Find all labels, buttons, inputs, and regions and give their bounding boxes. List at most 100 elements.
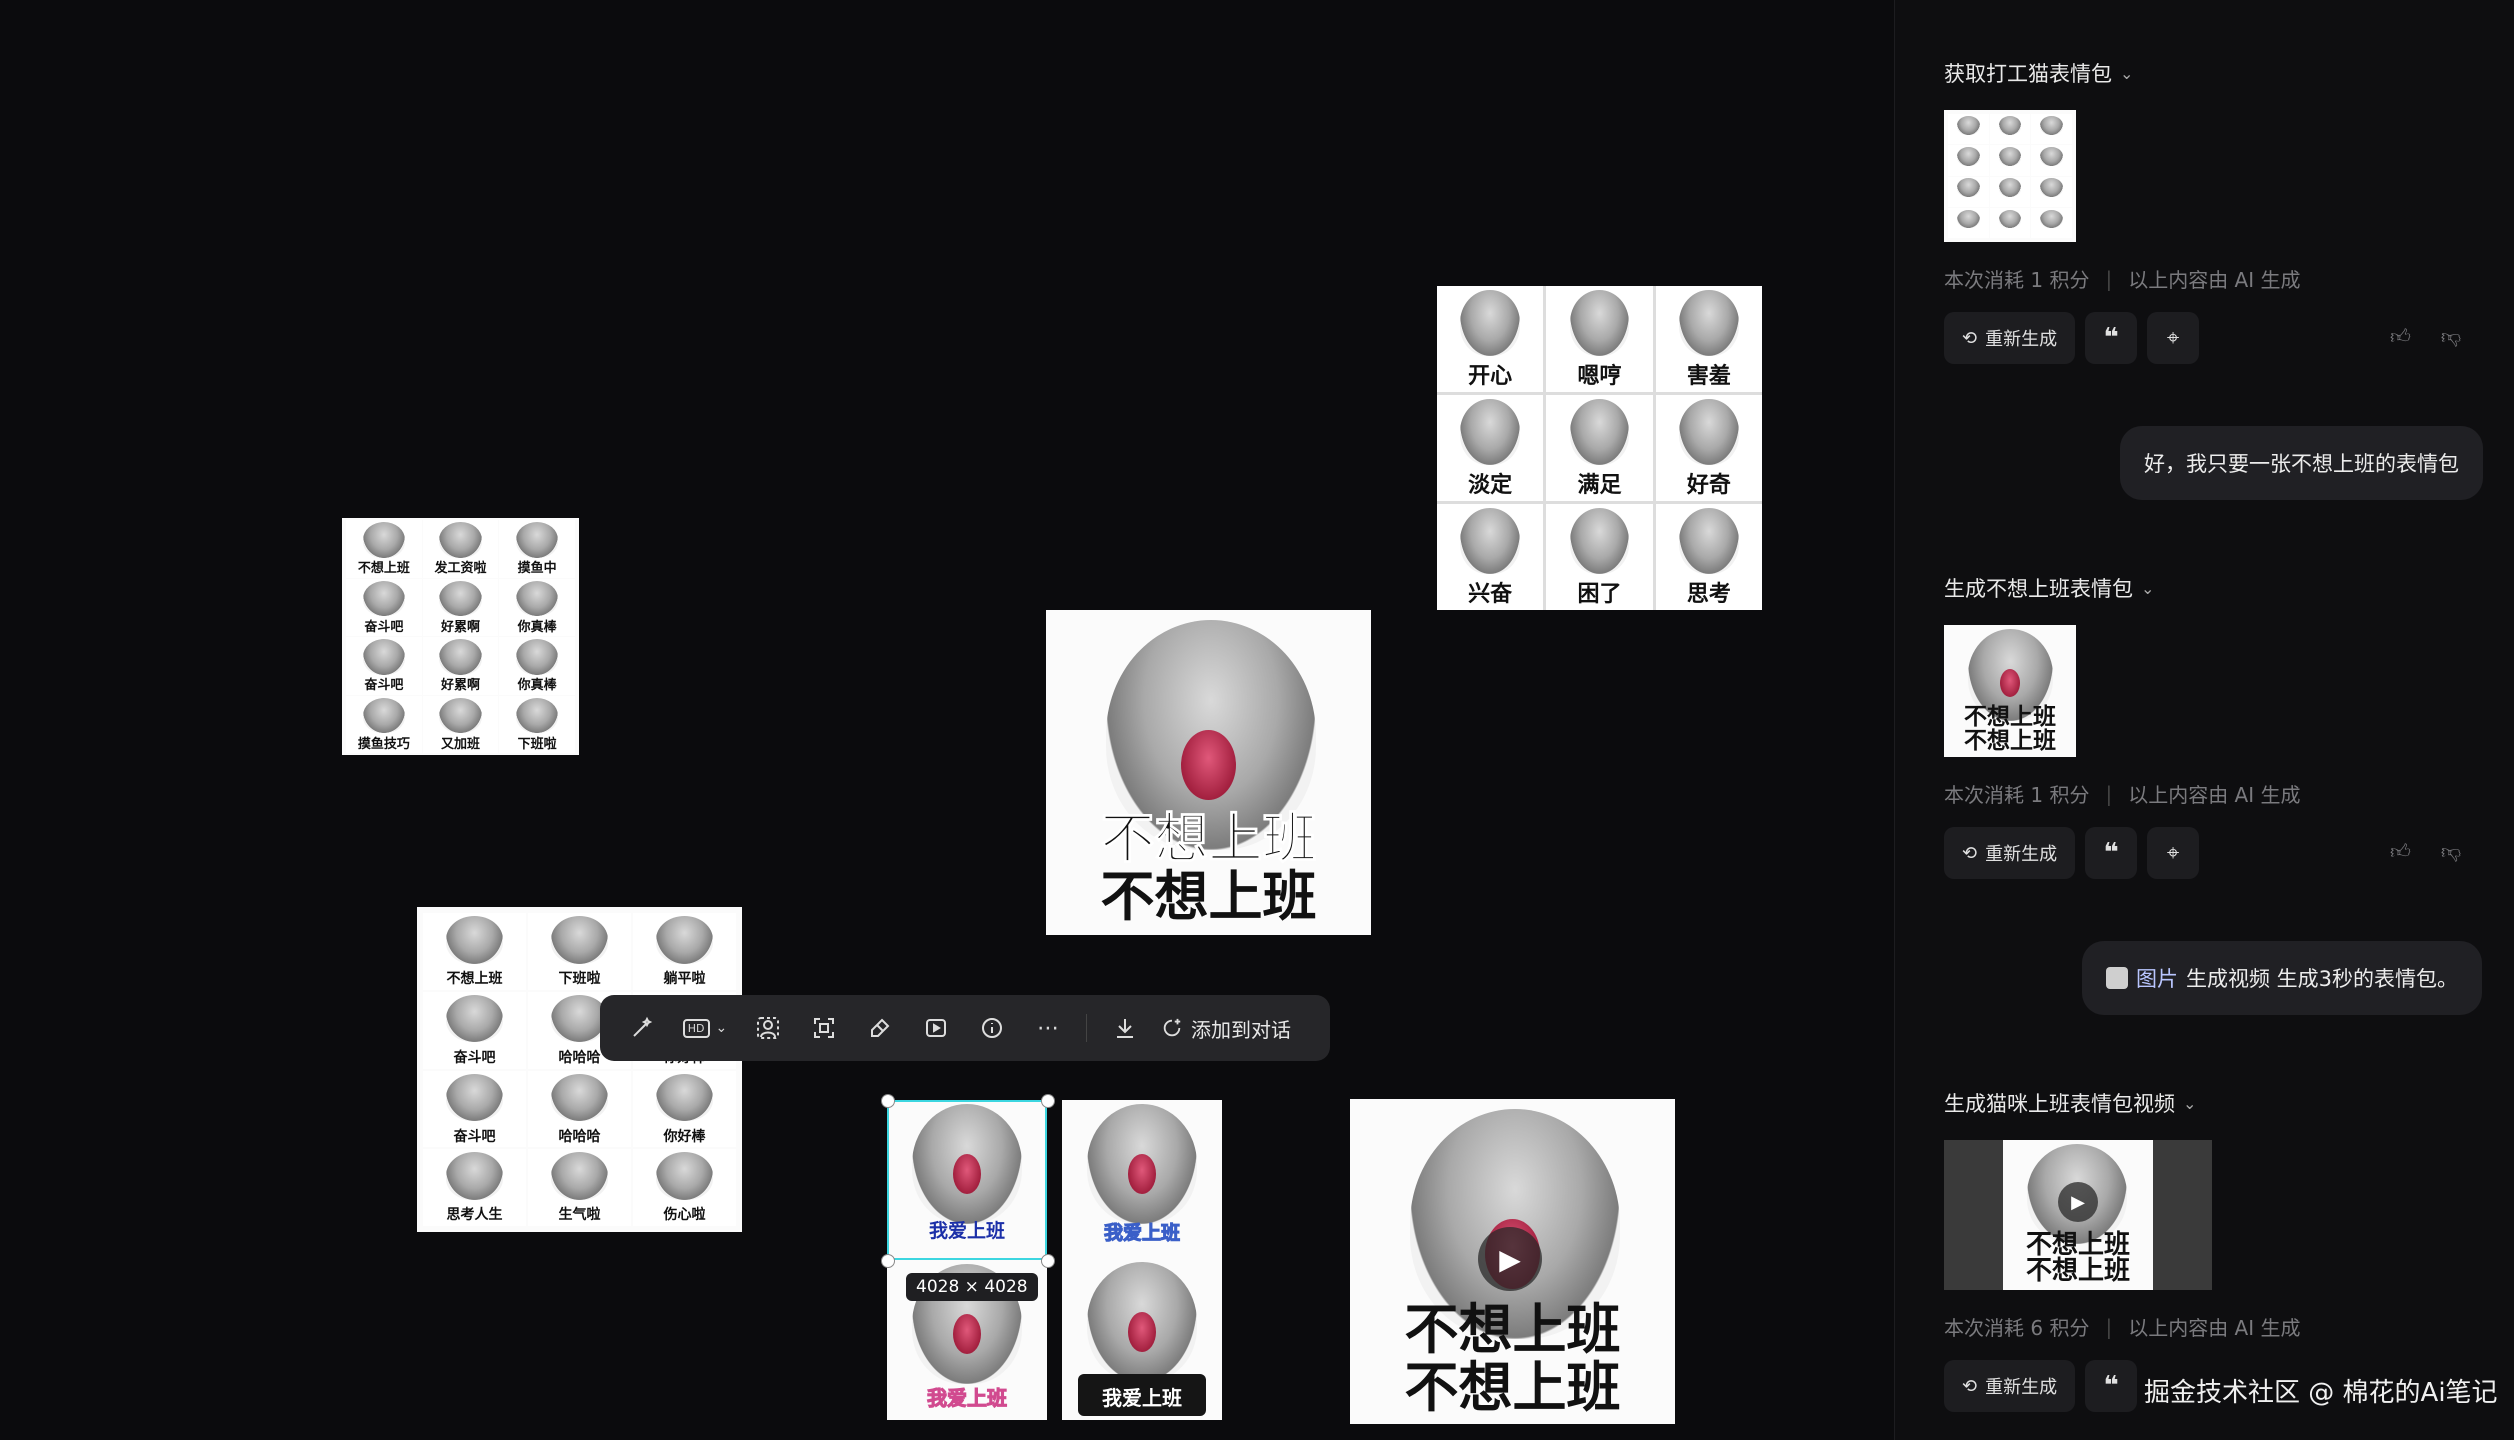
cat-face: [515, 580, 559, 617]
resize-handle-tl[interactable]: [881, 1094, 895, 1108]
section-3-meta: 本次消耗 6 积分 | 以上内容由 AI 生成: [1944, 1314, 2301, 1341]
section-2-thumbnail[interactable]: 不想上班 不想上班: [1944, 625, 2076, 757]
resize-handle-tr[interactable]: [1041, 1094, 1055, 1108]
play-icon[interactable]: ▶: [2058, 1182, 2098, 1222]
watermark: 掘金技术社区 @ 棉花的Ai笔记: [2144, 1378, 2498, 1408]
big-meme-image[interactable]: 不想上班 不想上班: [1046, 610, 1371, 935]
sticker-sheet-left[interactable]: 不想上班下班啦躺平啦奋斗吧哈哈哈你好棒奋斗吧哈哈哈你好棒思考人生生气啦伤心啦: [417, 907, 742, 1232]
cat-face: [515, 697, 559, 734]
cat-face: [2040, 209, 2064, 229]
love-work-sticker-2[interactable]: 我爱上班: [1062, 1100, 1222, 1258]
emotion-sticker-cell: 困了: [1546, 504, 1653, 610]
cat-face: [1998, 115, 2022, 135]
cat-face: [439, 697, 482, 734]
cat-face: [439, 522, 482, 558]
regenerate-button-2[interactable]: ⟲ 重新生成: [1944, 827, 2076, 879]
thumbs-up-icon[interactable]: 👍︎: [2390, 324, 2411, 349]
cat-face: [445, 916, 504, 964]
small-sticker-cell: 你真棒: [499, 578, 575, 636]
emotion-sticker-cell: 嗯哼: [1546, 286, 1653, 392]
selection-frame[interactable]: [887, 1100, 1047, 1260]
quote-button-3[interactable]: ❝: [2085, 1360, 2138, 1412]
regenerate-button-1[interactable]: ⟲ 重新生成: [1944, 312, 2076, 364]
cat-face: [1679, 399, 1739, 465]
video-meme[interactable]: ▶ 不想上班 不想上班: [1350, 1099, 1675, 1424]
cat-face: [1460, 290, 1520, 356]
thumb-sticker-cell: [1948, 176, 1989, 207]
resize-handle-br[interactable]: [1041, 1254, 1055, 1268]
cat-face: [445, 994, 504, 1043]
small-sticker-label: 摸鱼技巧: [357, 736, 410, 752]
thumb-sticker-cell: [1989, 207, 2031, 238]
small-sticker-cell: 下班啦: [499, 695, 575, 753]
section-title-3[interactable]: 生成猫咪上班表情包视频 ⌄: [1944, 1088, 2196, 1118]
locate-button-1[interactable]: ⌖: [2147, 312, 2200, 364]
thumbs-down-icon[interactable]: 👎︎: [2441, 839, 2461, 864]
left-sticker-cell: 不想上班: [423, 913, 526, 990]
sticker-sheet-small[interactable]: 不想上班 发工资啦 摸鱼中 奋斗吧 好累啊 你真棒 奋斗吧 好累啊 你真棒 摸鱼技巧 又加班 下班啦: [342, 518, 579, 755]
download-icon[interactable]: [1097, 1005, 1153, 1051]
cat-face: [2040, 178, 2064, 198]
section-title-2[interactable]: 生成不想上班表情包 ⌄: [1944, 573, 2154, 603]
magic-wand-icon[interactable]: [614, 1005, 670, 1051]
love-work-sticker-4[interactable]: 我爱上班: [1062, 1258, 1222, 1420]
add-to-chat-button[interactable]: 添加到对话: [1153, 1014, 1299, 1043]
regenerate-button-3[interactable]: ⟲ 重新生成: [1944, 1360, 2076, 1412]
emotion-sticker-cell: 兴奋: [1437, 504, 1544, 610]
cat-face: [1569, 508, 1630, 574]
emotion-sticker-label: 好奇: [1686, 472, 1731, 498]
cat-face: [550, 916, 609, 964]
expand-icon[interactable]: [796, 1005, 852, 1051]
section-1-thumbnail[interactable]: [1944, 110, 2076, 242]
cat-face: [550, 1152, 609, 1200]
quote-button-1[interactable]: ❝: [2085, 312, 2138, 364]
thumb-sticker-cell: [1989, 176, 2031, 207]
thumb-sticker-cell: [2031, 176, 2072, 207]
cat-face: [1460, 508, 1520, 574]
left-sticker-label: 奋斗吧: [453, 1049, 496, 1066]
emotion-sticker-label: 害羞: [1686, 363, 1731, 389]
more-icon[interactable]: ⋯: [1020, 1005, 1076, 1051]
info-icon[interactable]: [964, 1005, 1020, 1051]
left-sticker-cell: 奋斗吧: [423, 1070, 526, 1148]
cat-face: [655, 1073, 714, 1122]
emotion-sticker-label: 思考: [1686, 581, 1731, 607]
thumbs-down-icon[interactable]: 👎︎: [2441, 324, 2461, 349]
user-message-2: 图片 生成视频 生成3秒的表情包。: [2082, 941, 2483, 1015]
cat-face: [439, 639, 482, 675]
locate-button-2[interactable]: ⌖: [2147, 827, 2200, 879]
quote-button-2[interactable]: ❝: [2085, 827, 2138, 879]
section-3-video-thumbnail[interactable]: ▶ 不想上班 不想上班: [1944, 1140, 2212, 1290]
thumb-sticker-cell: [2031, 114, 2072, 145]
video-caption-1: 不想上班: [1404, 1298, 1621, 1361]
thumbs-up-icon[interactable]: 👍︎: [2390, 839, 2411, 864]
video-icon[interactable]: [908, 1005, 964, 1051]
small-sticker-label: 好累啊: [440, 678, 480, 694]
canvas[interactable]: 不想上班 发工资啦 摸鱼中 奋斗吧 好累啊 你真棒 奋斗吧 好累啊 你真棒 摸鱼技巧 又加班 下班啦 …: [0, 0, 1894, 1440]
play-icon[interactable]: ▶: [1478, 1227, 1542, 1291]
add-to-chat-label: 添加到对话: [1191, 1017, 1291, 1042]
emotion-sticker-label: 兴奋: [1468, 581, 1513, 607]
chevron-down-icon: ⌄: [715, 1020, 728, 1036]
small-sticker-cell: 奋斗吧: [346, 637, 422, 695]
cat-face: [1569, 290, 1630, 356]
left-sticker-cell: 伤心啦: [633, 1149, 736, 1226]
resize-handle-bl[interactable]: [881, 1254, 895, 1268]
crosshair-icon: ⌖: [2166, 840, 2180, 866]
emotion-sticker-cell: 思考: [1655, 504, 1762, 610]
small-sticker-label: 发工资啦: [434, 561, 487, 577]
image-ref-label[interactable]: 图片: [2136, 963, 2178, 993]
refresh-icon: ⟲: [1962, 842, 1978, 864]
left-sticker-cell: 下班啦: [528, 913, 631, 990]
section-1-meta: 本次消耗 1 积分 | 以上内容由 AI 生成: [1944, 266, 2301, 293]
portrait-icon[interactable]: [740, 1005, 796, 1051]
emotion-sticker-cell: 开心: [1437, 286, 1544, 392]
left-sticker-label: 生气啦: [558, 1207, 601, 1224]
hd-icon[interactable]: HD ⌄: [670, 1005, 740, 1051]
left-sticker-label: 躺平啦: [663, 971, 706, 988]
emotion-sticker-label: 满足: [1577, 472, 1622, 498]
eraser-icon[interactable]: [852, 1005, 908, 1051]
emotion-sticker-sheet[interactable]: 开心 嗯哼 害羞 淡定 满足 好奇 兴奋 困了 思考: [1437, 286, 1762, 610]
toolbar-divider: [1086, 1014, 1087, 1042]
section-title-1[interactable]: 获取打工猫表情包 ⌄: [1944, 58, 2133, 88]
